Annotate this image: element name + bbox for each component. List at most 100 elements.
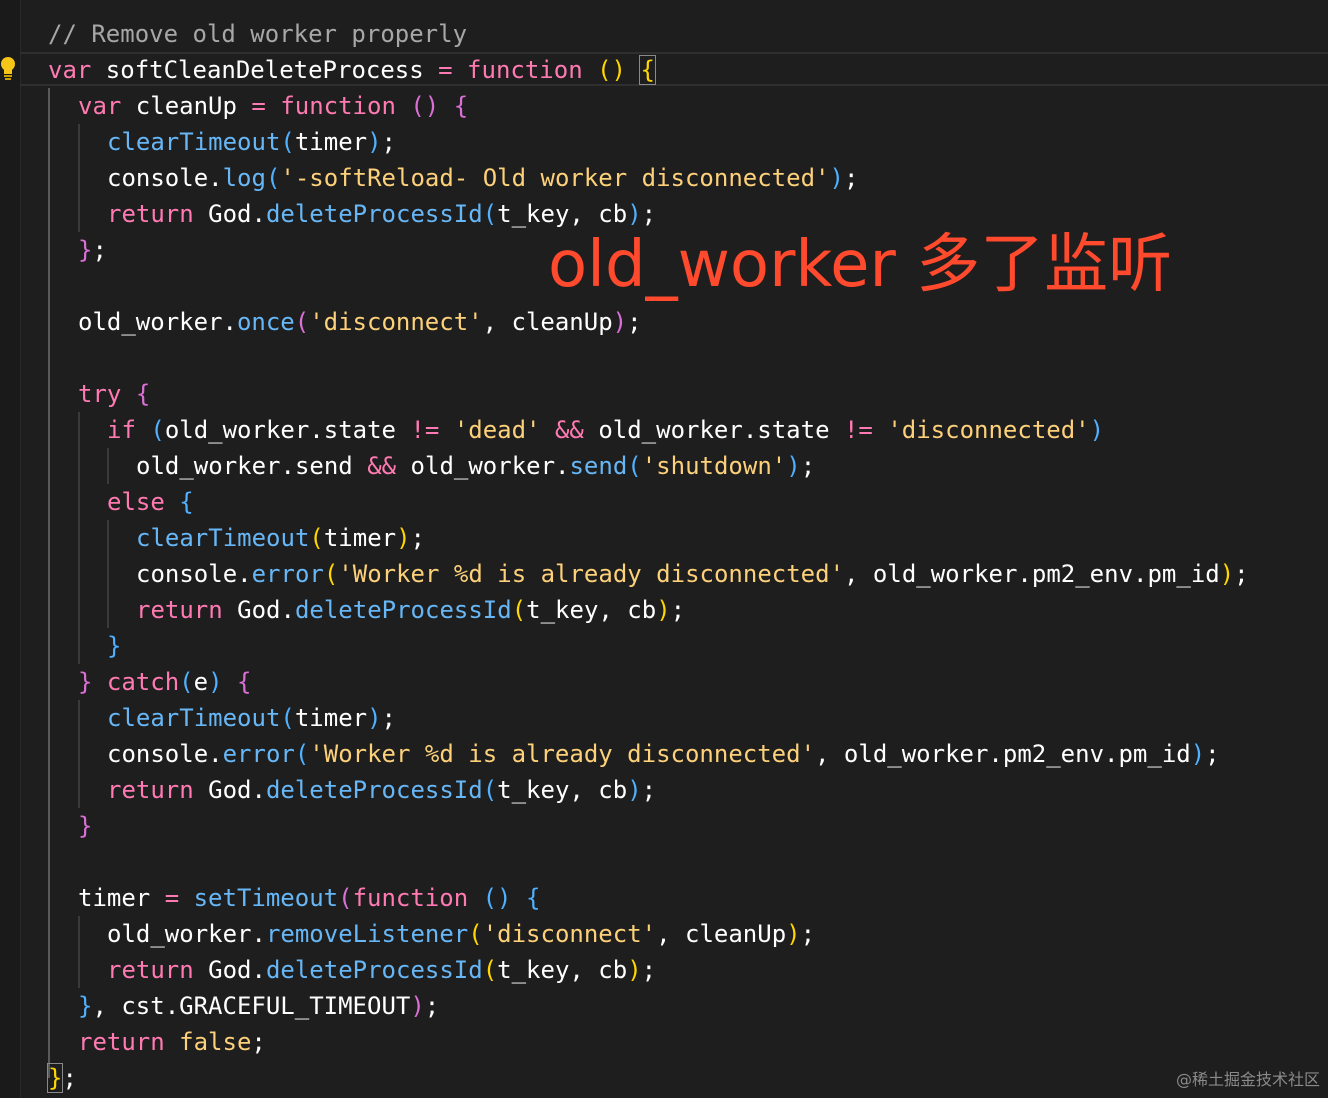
code-token: try (78, 380, 122, 408)
code-token: () (597, 56, 626, 84)
code-line[interactable]: } (107, 628, 121, 664)
indent-guide (48, 88, 50, 1078)
code-editor[interactable]: // Remove old worker properly var softCle… (0, 0, 1328, 1098)
code-token: catch (106, 668, 180, 696)
editor-gutter (0, 0, 21, 1098)
code-token: ; (410, 524, 425, 552)
code-line[interactable]: var cleanUp = function () { (78, 88, 468, 124)
code-token: = (438, 56, 453, 84)
code-token: 'shutdown' (641, 452, 787, 480)
code-token: ( (338, 884, 353, 912)
code-line[interactable]: console.log('-softReload- Old worker dis… (107, 160, 858, 196)
code-line[interactable]: }; (78, 232, 107, 268)
code-token: clearTimeout (107, 128, 281, 156)
indent-guide (78, 700, 80, 808)
code-token: ) (627, 956, 642, 984)
code-token: timer (78, 884, 165, 912)
code-token: old_worker. (107, 920, 266, 948)
watermark: @稀土掘金技术社区 (1175, 1070, 1320, 1089)
indent-guide (78, 916, 80, 988)
code-token: function (352, 884, 469, 912)
code-token: = (251, 92, 266, 120)
code-token: clearTimeout (107, 704, 281, 732)
code-line[interactable]: return false; (78, 1024, 266, 1060)
code-line[interactable]: clearTimeout(timer); (107, 124, 396, 160)
code-token: else (107, 488, 165, 516)
code-token: removeListener (265, 920, 469, 948)
code-token: '-softReload- Old worker disconnected' (280, 164, 830, 192)
code-token: ( (468, 920, 483, 948)
code-line[interactable]: }; (46, 1060, 77, 1096)
code-token: ) (786, 452, 801, 480)
code-token: ; (381, 128, 396, 156)
code-token: ; (92, 236, 107, 264)
code-token: ( (627, 452, 642, 480)
code-line[interactable]: timer = setTimeout(function () { (78, 880, 540, 916)
code-token: ( (309, 524, 324, 552)
code-line[interactable]: console.error('Worker %d is already disc… (107, 736, 1220, 772)
code-line[interactable]: clearTimeout(timer); (136, 520, 425, 556)
code-token: } (107, 632, 122, 660)
code-line[interactable]: return God.deleteProcessId(t_key, cb); (107, 772, 656, 808)
code-token: 'Worker %d is already disconnected' (338, 560, 845, 588)
code-line[interactable]: return God.deleteProcessId(t_key, cb); (136, 592, 685, 628)
code-token: old_worker.state (164, 416, 411, 444)
code-line[interactable]: old_worker.send && old_worker.send('shut… (136, 448, 815, 484)
code-token: ) (367, 704, 382, 732)
code-token: () (410, 92, 440, 120)
code-token: } (78, 812, 93, 840)
code-token: , cst.GRACEFUL_TIMEOUT (92, 992, 411, 1020)
code-token: timer (323, 524, 397, 552)
code-token: var (78, 92, 122, 120)
lightbulb-icon[interactable] (0, 56, 18, 82)
code-line[interactable]: } (78, 808, 92, 844)
code-line[interactable]: clearTimeout(timer); (107, 700, 396, 736)
code-line[interactable]: try { (78, 376, 150, 412)
code-line[interactable]: old_worker.removeListener('disconnect', … (107, 916, 815, 952)
code-token: != (410, 416, 440, 444)
code-token: ( (150, 416, 165, 444)
code-token: return (107, 200, 194, 228)
code-token: God. (193, 200, 266, 228)
code-token: return (107, 956, 194, 984)
code-token: God. (193, 956, 266, 984)
code-token: God. (193, 776, 266, 804)
code-token: 'disconnect' (309, 308, 483, 336)
code-line[interactable]: }, cst.GRACEFUL_TIMEOUT); (78, 988, 439, 1024)
code-token: return (78, 1028, 165, 1056)
code-token: ( (280, 704, 295, 732)
code-line[interactable]: return God.deleteProcessId(t_key, cb); (107, 952, 656, 988)
code-line[interactable]: var softCleanDeleteProcess = function ()… (48, 52, 656, 88)
code-token: error (222, 740, 295, 768)
code-token: deleteProcessId (265, 956, 483, 984)
code-line[interactable]: // Remove old worker properly (48, 16, 467, 52)
code-line[interactable]: else { (107, 484, 194, 520)
code-token: God. (222, 596, 295, 624)
code-token: ) (410, 992, 425, 1020)
code-token: ; (843, 164, 859, 192)
code-token: ) (396, 524, 411, 552)
code-token: old_worker.send (136, 452, 368, 480)
indent-guide (107, 448, 109, 484)
code-token: } (78, 992, 93, 1020)
code-token: false (179, 1028, 252, 1056)
code-line[interactable]: if (old_worker.state != 'dead' && old_wo… (107, 412, 1104, 448)
code-token: old_worker. (78, 308, 237, 336)
code-token: deleteProcessId (294, 596, 512, 624)
code-token: var (48, 56, 92, 84)
indent-guide (78, 412, 80, 664)
code-token: t_key, cb (526, 596, 657, 624)
code-token: ( (323, 560, 339, 588)
code-line[interactable]: } catch(e) { (78, 664, 251, 700)
code-line[interactable]: console.error('Worker %d is already disc… (136, 556, 1249, 592)
